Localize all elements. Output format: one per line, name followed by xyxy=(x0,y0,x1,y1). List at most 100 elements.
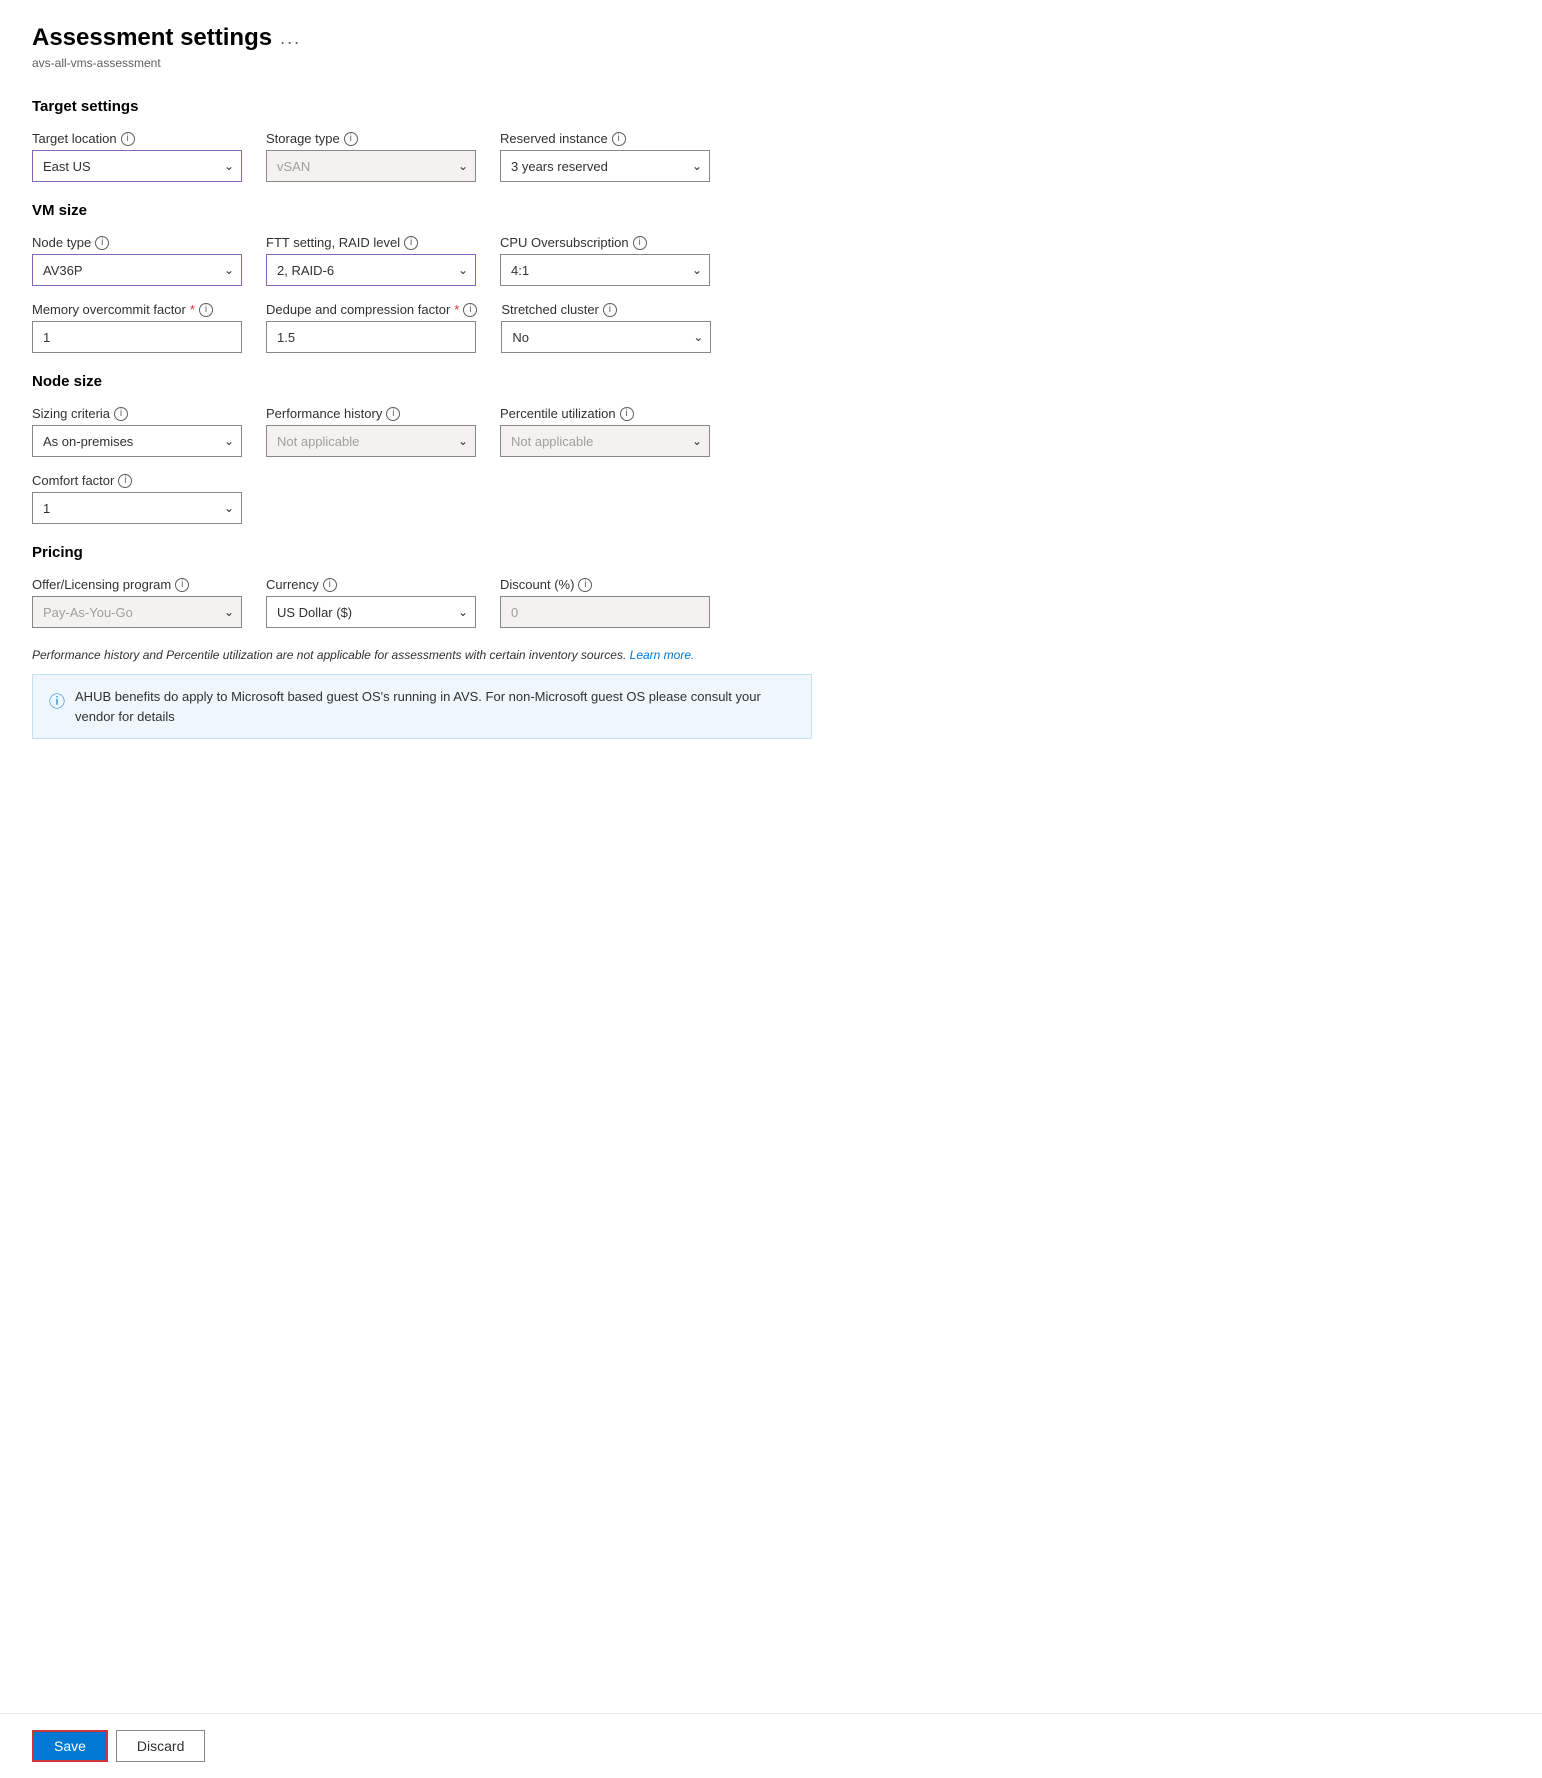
memory-overcommit-info-icon[interactable]: i xyxy=(199,303,213,317)
ftt-setting-group: FTT setting, RAID level i 1, RAID-1 (Mir… xyxy=(266,235,476,286)
dedupe-compression-label: Dedupe and compression factor * i xyxy=(266,302,477,317)
percentile-utilization-chevron-icon: ⌄ xyxy=(692,434,702,448)
reserved-instance-select[interactable]: No reserved instances 1 year reserved 3 … xyxy=(500,150,710,182)
node-size-section: Node size Sizing criteria i As on-premis… xyxy=(32,373,868,524)
offer-licensing-select-wrapper: Pay-As-You-Go ⌄ xyxy=(32,596,242,628)
pricing-title: Pricing xyxy=(32,544,868,561)
percentile-utilization-select: Not applicable xyxy=(500,425,710,457)
memory-overcommit-required: * xyxy=(190,302,195,317)
cpu-oversubscription-select[interactable]: 2:1 4:1 6:1 8:1 xyxy=(500,254,710,286)
page-title: Assessment settings xyxy=(32,24,272,52)
target-settings-title: Target settings xyxy=(32,98,868,115)
footer-bar: Save Discard xyxy=(0,1713,1542,1778)
comfort-factor-group: Comfort factor i 1 1.2 1.5 2 ⌄ xyxy=(32,473,242,524)
storage-type-select: vSAN xyxy=(266,150,476,182)
storage-type-info-icon[interactable]: i xyxy=(344,132,358,146)
note-text: Performance history and Percentile utili… xyxy=(32,648,868,662)
sizing-criteria-info-icon[interactable]: i xyxy=(114,407,128,421)
memory-overcommit-input[interactable] xyxy=(32,321,242,353)
reserved-instance-group: Reserved instance i No reserved instance… xyxy=(500,131,710,182)
node-type-info-icon[interactable]: i xyxy=(95,236,109,250)
performance-history-select-wrapper: Not applicable ⌄ xyxy=(266,425,476,457)
sizing-criteria-select[interactable]: As on-premises Performance-based xyxy=(32,425,242,457)
percentile-utilization-select-wrapper: Not applicable ⌄ xyxy=(500,425,710,457)
target-location-select[interactable]: East US West US West Europe Southeast As… xyxy=(32,150,242,182)
pricing-section: Pricing Offer/Licensing program i Pay-As… xyxy=(32,544,868,628)
stretched-cluster-info-icon[interactable]: i xyxy=(603,303,617,317)
comfort-factor-select-wrapper: 1 1.2 1.5 2 ⌄ xyxy=(32,492,242,524)
dedupe-compression-input[interactable] xyxy=(266,321,476,353)
currency-select-wrapper: US Dollar ($) Euro (€) British Pound (£)… xyxy=(266,596,476,628)
stretched-cluster-select-wrapper: No Yes ⌄ xyxy=(501,321,711,353)
target-location-group: Target location i East US West US West E… xyxy=(32,131,242,182)
more-options-icon[interactable]: ... xyxy=(280,28,301,49)
percentile-utilization-group: Percentile utilization i Not applicable … xyxy=(500,406,710,457)
node-size-title: Node size xyxy=(32,373,868,390)
comfort-factor-select[interactable]: 1 1.2 1.5 2 xyxy=(32,492,242,524)
ftt-setting-label: FTT setting, RAID level i xyxy=(266,235,476,250)
page-subtitle: avs-all-vms-assessment xyxy=(32,56,868,70)
discount-info-icon[interactable]: i xyxy=(578,578,592,592)
sizing-criteria-select-wrapper: As on-premises Performance-based ⌄ xyxy=(32,425,242,457)
currency-group: Currency i US Dollar ($) Euro (€) Britis… xyxy=(266,577,476,628)
cpu-oversubscription-info-icon[interactable]: i xyxy=(633,236,647,250)
performance-history-select: Not applicable xyxy=(266,425,476,457)
percentile-utilization-info-icon[interactable]: i xyxy=(620,407,634,421)
offer-licensing-chevron-icon: ⌄ xyxy=(224,605,234,619)
storage-type-group: Storage type i vSAN ⌄ xyxy=(266,131,476,182)
stretched-cluster-select[interactable]: No Yes xyxy=(501,321,711,353)
memory-overcommit-group: Memory overcommit factor * i xyxy=(32,302,242,353)
dedupe-compression-group: Dedupe and compression factor * i xyxy=(266,302,477,353)
offer-licensing-label: Offer/Licensing program i xyxy=(32,577,242,592)
offer-licensing-select: Pay-As-You-Go xyxy=(32,596,242,628)
storage-type-chevron-icon: ⌄ xyxy=(458,159,468,173)
node-type-group: Node type i AV36P AV36 AV52 ⌄ xyxy=(32,235,242,286)
ftt-setting-select-wrapper: 1, RAID-1 (Mirroring) 1, RAID-5 (Erasure… xyxy=(266,254,476,286)
percentile-utilization-label: Percentile utilization i xyxy=(500,406,710,421)
memory-overcommit-label: Memory overcommit factor * i xyxy=(32,302,242,317)
vm-size-section: VM size Node type i AV36P AV36 AV52 ⌄ xyxy=(32,202,868,353)
learn-more-link[interactable]: Learn more. xyxy=(630,648,695,662)
performance-history-info-icon[interactable]: i xyxy=(386,407,400,421)
sizing-criteria-group: Sizing criteria i As on-premises Perform… xyxy=(32,406,242,457)
stretched-cluster-label: Stretched cluster i xyxy=(501,302,711,317)
cpu-oversubscription-group: CPU Oversubscription i 2:1 4:1 6:1 8:1 ⌄ xyxy=(500,235,710,286)
cpu-oversubscription-label: CPU Oversubscription i xyxy=(500,235,710,250)
cpu-oversubscription-select-wrapper: 2:1 4:1 6:1 8:1 ⌄ xyxy=(500,254,710,286)
dedupe-compression-required: * xyxy=(454,302,459,317)
reserved-instance-info-icon[interactable]: i xyxy=(612,132,626,146)
discard-button[interactable]: Discard xyxy=(116,1730,205,1762)
target-location-label: Target location i xyxy=(32,131,242,146)
storage-type-select-wrapper: vSAN ⌄ xyxy=(266,150,476,182)
currency-label: Currency i xyxy=(266,577,476,592)
ftt-setting-select[interactable]: 1, RAID-1 (Mirroring) 1, RAID-5 (Erasure… xyxy=(266,254,476,286)
sizing-criteria-label: Sizing criteria i xyxy=(32,406,242,421)
info-banner-icon: ⓘ xyxy=(49,688,65,712)
dedupe-compression-info-icon[interactable]: i xyxy=(463,303,477,317)
currency-select[interactable]: US Dollar ($) Euro (€) British Pound (£) xyxy=(266,596,476,628)
storage-type-label: Storage type i xyxy=(266,131,476,146)
node-type-select[interactable]: AV36P AV36 AV52 xyxy=(32,254,242,286)
performance-history-group: Performance history i Not applicable ⌄ xyxy=(266,406,476,457)
currency-info-icon[interactable]: i xyxy=(323,578,337,592)
info-banner-text: AHUB benefits do apply to Microsoft base… xyxy=(75,687,795,726)
discount-label: Discount (%) i xyxy=(500,577,710,592)
node-type-label: Node type i xyxy=(32,235,242,250)
stretched-cluster-group: Stretched cluster i No Yes ⌄ xyxy=(501,302,711,353)
info-banner: ⓘ AHUB benefits do apply to Microsoft ba… xyxy=(32,674,812,739)
save-button[interactable]: Save xyxy=(32,1730,108,1762)
target-settings-section: Target settings Target location i East U… xyxy=(32,98,868,182)
offer-licensing-info-icon[interactable]: i xyxy=(175,578,189,592)
target-location-select-wrapper: East US West US West Europe Southeast As… xyxy=(32,150,242,182)
reserved-instance-select-wrapper: No reserved instances 1 year reserved 3 … xyxy=(500,150,710,182)
ftt-setting-info-icon[interactable]: i xyxy=(404,236,418,250)
target-location-info-icon[interactable]: i xyxy=(121,132,135,146)
discount-input xyxy=(500,596,710,628)
vm-size-title: VM size xyxy=(32,202,868,219)
node-type-select-wrapper: AV36P AV36 AV52 ⌄ xyxy=(32,254,242,286)
performance-history-chevron-icon: ⌄ xyxy=(458,434,468,448)
offer-licensing-group: Offer/Licensing program i Pay-As-You-Go … xyxy=(32,577,242,628)
comfort-factor-info-icon[interactable]: i xyxy=(118,474,132,488)
discount-group: Discount (%) i xyxy=(500,577,710,628)
performance-history-label: Performance history i xyxy=(266,406,476,421)
